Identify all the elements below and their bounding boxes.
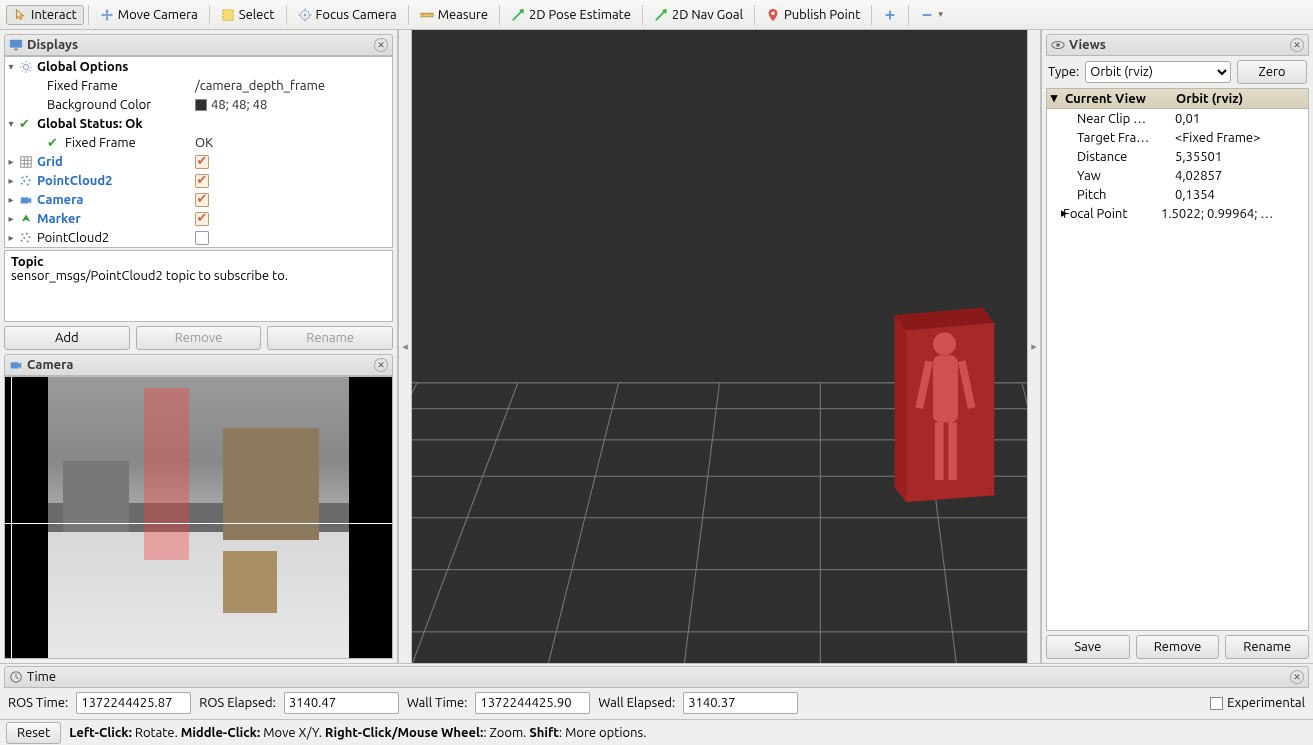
publish-point-button[interactable]: Publish Point (759, 5, 867, 25)
wall-time-label: Wall Time: (407, 696, 468, 710)
interact-icon (13, 8, 27, 22)
camera-view[interactable] (4, 376, 393, 659)
left-splitter[interactable]: ◂ (398, 30, 412, 663)
camera-icon (9, 358, 23, 372)
minus-icon (920, 8, 934, 22)
remove-display-button[interactable]: Remove (136, 326, 262, 350)
pointcloud2-row-b[interactable]: ▸PointCloud2✔ (5, 228, 392, 247)
detection-overlay (144, 388, 189, 559)
pointcloud2-b-checkbox[interactable]: ✔ (195, 231, 209, 245)
marker-checkbox[interactable]: ✔ (195, 212, 209, 226)
move-camera-icon (100, 8, 114, 22)
pin-icon (766, 8, 780, 22)
time-title: Time (27, 670, 56, 684)
views-tree[interactable]: ▾Current ViewOrbit (rviz) Near Clip …0,0… (1046, 88, 1309, 631)
camera-icon (19, 193, 33, 207)
add-display-button[interactable]: Add (4, 326, 130, 350)
views-save-button[interactable]: Save (1046, 635, 1130, 659)
right-splitter[interactable]: ▸ (1027, 30, 1041, 663)
displays-panel-header: Displays ✕ (4, 34, 393, 56)
grid-checkbox[interactable]: ✔ (195, 155, 209, 169)
select-icon (221, 8, 235, 22)
focus-camera-icon (298, 8, 312, 22)
displays-tree[interactable]: ▾Global Options Fixed Frame/camera_depth… (4, 56, 393, 248)
plus-icon (883, 8, 897, 22)
marker-row[interactable]: ▸Marker✔ (5, 209, 392, 228)
views-close-button[interactable]: ✕ (1290, 38, 1304, 52)
wall-elapsed-field[interactable] (683, 692, 798, 714)
nav-goal-button[interactable]: 2D Nav Goal (647, 5, 750, 25)
rename-display-button[interactable]: Rename (267, 326, 393, 350)
eye-icon (1051, 38, 1065, 52)
experimental-checkbox[interactable]: Experimental (1210, 696, 1305, 710)
marker-cube (887, 296, 1002, 511)
camera-panel-header: Camera ✕ (4, 354, 393, 376)
reset-button[interactable]: Reset (6, 722, 61, 744)
focus-camera-button[interactable]: Focus Camera (291, 5, 404, 25)
select-button[interactable]: Select (214, 5, 282, 25)
views-title: Views (1069, 38, 1286, 52)
views-remove-button[interactable]: Remove (1136, 635, 1220, 659)
nav-arrow-icon (654, 8, 668, 22)
monitor-icon (9, 38, 23, 52)
ros-time-field[interactable] (76, 692, 191, 714)
nav-goal-label: 2D Nav Goal (672, 8, 743, 22)
move-camera-label: Move Camera (118, 8, 198, 22)
pointcloud2-row-a[interactable]: ▸PointCloud2✔ (5, 171, 392, 190)
color-swatch (195, 99, 207, 111)
pointcloud-icon (19, 231, 33, 245)
marker-icon (19, 212, 33, 226)
interact-button[interactable]: Interact (6, 5, 84, 25)
description-box: Topic sensor_msgs/PointCloud2 topic to s… (4, 250, 393, 322)
wall-time-field[interactable] (475, 692, 590, 714)
time-close-button[interactable]: ✕ (1290, 670, 1304, 684)
displays-title: Displays (27, 38, 370, 52)
3d-viewport[interactable] (412, 30, 1027, 663)
publish-point-label: Publish Point (784, 8, 860, 22)
clock-icon (9, 670, 23, 684)
add-tool-button[interactable] (876, 5, 904, 25)
views-panel-header: Views ✕ (1046, 34, 1309, 56)
zero-button[interactable]: Zero (1237, 60, 1307, 84)
pointcloud-icon (19, 174, 33, 188)
pose-arrow-icon (511, 8, 525, 22)
measure-button[interactable]: Measure (413, 5, 495, 25)
status-bar: Reset Left-Click: Rotate. Middle-Click: … (0, 719, 1313, 745)
view-type-select[interactable]: Orbit (rviz) (1085, 61, 1231, 83)
check-ok-icon: ✔ (19, 117, 33, 131)
grid-row[interactable]: ▸Grid✔ (5, 152, 392, 171)
check-ok-icon: ✔ (47, 136, 61, 150)
camera-close-button[interactable]: ✕ (374, 358, 388, 372)
camera-row[interactable]: ▸Camera✔ (5, 190, 392, 209)
main-toolbar: Interact Move Camera Select Focus Camera… (0, 0, 1313, 30)
wall-elapsed-label: Wall Elapsed: (598, 696, 675, 710)
move-camera-button[interactable]: Move Camera (93, 5, 205, 25)
time-panel-header: Time ✕ (4, 666, 1309, 688)
camera-title: Camera (27, 358, 370, 372)
displays-close-button[interactable]: ✕ (374, 38, 388, 52)
focus-camera-label: Focus Camera (316, 8, 397, 22)
views-rename-button[interactable]: Rename (1225, 635, 1309, 659)
pose-estimate-button[interactable]: 2D Pose Estimate (504, 5, 638, 25)
camera-checkbox[interactable]: ✔ (195, 193, 209, 207)
desc-body: sensor_msgs/PointCloud2 topic to subscri… (11, 269, 386, 283)
ros-time-label: ROS Time: (8, 696, 68, 710)
pose-estimate-label: 2D Pose Estimate (529, 8, 631, 22)
pointcloud2-a-checkbox[interactable]: ✔ (195, 174, 209, 188)
remove-tool-button[interactable]: ▾ (913, 5, 950, 25)
measure-label: Measure (438, 8, 488, 22)
measure-icon (420, 8, 434, 22)
desc-title: Topic (11, 255, 386, 269)
gear-icon (19, 60, 33, 74)
type-label: Type: (1048, 65, 1079, 79)
grid-icon (19, 155, 33, 169)
interact-label: Interact (31, 8, 77, 22)
ros-elapsed-field[interactable] (284, 692, 399, 714)
select-label: Select (239, 8, 275, 22)
ros-elapsed-label: ROS Elapsed: (199, 696, 276, 710)
